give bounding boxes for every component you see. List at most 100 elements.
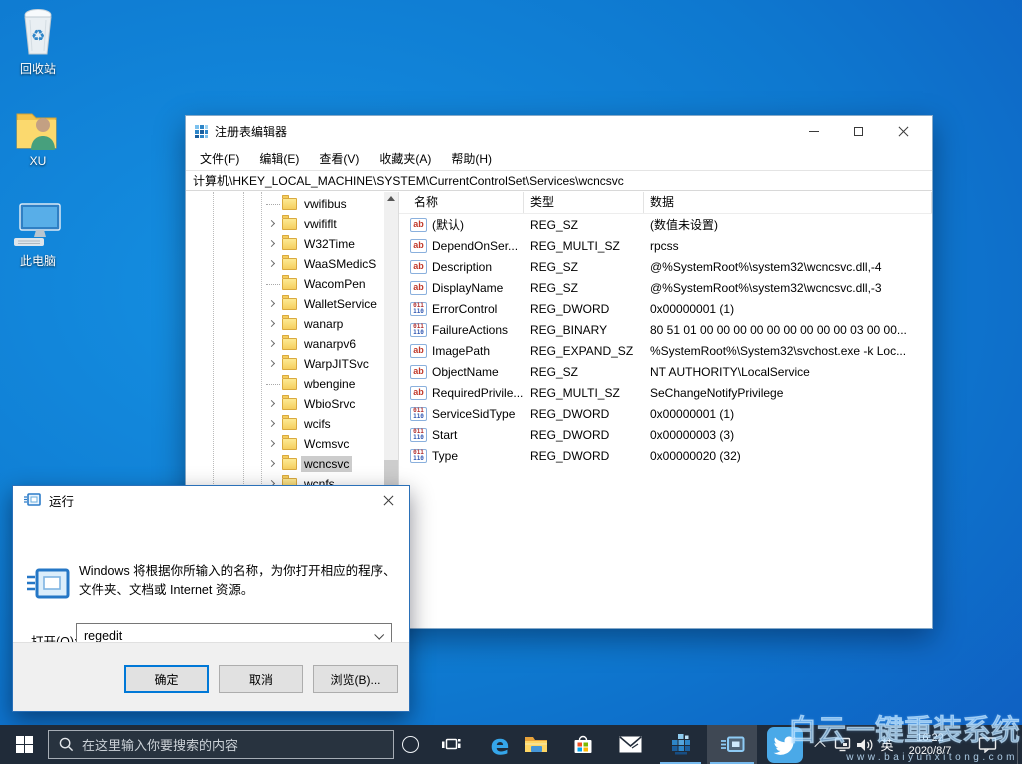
value-name: ObjectName: [432, 365, 499, 379]
menu-item[interactable]: 编辑(E): [250, 147, 308, 170]
chevron-right-icon[interactable]: [266, 297, 280, 311]
desktop-icon-recycle-bin[interactable]: ♻ 回收站: [2, 6, 74, 77]
address-bar[interactable]: 计算机\HKEY_LOCAL_MACHINE\SYSTEM\CurrentCon…: [186, 170, 932, 191]
run-window-icon: [719, 735, 746, 755]
chevron-right-icon[interactable]: [266, 237, 280, 251]
show-desktop-button[interactable]: [1017, 725, 1022, 764]
tree-item[interactable]: WbioSrvc: [186, 394, 384, 414]
value-row[interactable]: 011110TypeREG_DWORD0x00000020 (32): [399, 445, 932, 466]
value-name: ImagePath: [432, 344, 490, 358]
value-data: 0x00000001 (1): [644, 407, 932, 421]
scroll-up-icon[interactable]: [387, 196, 395, 201]
tree-item[interactable]: WarpJITSvc: [186, 354, 384, 374]
value-data: 0x00000020 (32): [644, 449, 932, 463]
chevron-right-icon[interactable]: [266, 437, 280, 451]
chevron-right-icon[interactable]: [266, 217, 280, 231]
value-row[interactable]: abImagePathREG_EXPAND_SZ%SystemRoot%\Sys…: [399, 340, 932, 361]
tree-item[interactable]: vwifibus: [186, 194, 384, 214]
tree-item[interactable]: wanarp: [186, 314, 384, 334]
cancel-button[interactable]: 取消: [219, 665, 303, 693]
ok-button[interactable]: 确定: [124, 665, 209, 693]
speaker-icon: [856, 737, 875, 753]
column-header-type[interactable]: 类型: [524, 192, 644, 213]
tree-item[interactable]: Wcmsvc: [186, 434, 384, 454]
menu-item[interactable]: 文件(F): [191, 147, 248, 170]
maximize-button[interactable]: [836, 116, 881, 146]
file-explorer-button[interactable]: [513, 725, 558, 764]
task-view-button[interactable]: [430, 725, 472, 764]
taskbar-regedit-button[interactable]: [657, 725, 704, 764]
chevron-right-icon[interactable]: [266, 417, 280, 431]
tree-item[interactable]: wanarpv6: [186, 334, 384, 354]
minimize-button[interactable]: [791, 116, 836, 146]
value-row[interactable]: ab(默认)REG_SZ(数值未设置): [399, 214, 932, 235]
value-row[interactable]: abRequiredPrivile...REG_MULTI_SZSeChange…: [399, 382, 932, 403]
tree-item[interactable]: wcifs: [186, 414, 384, 434]
chevron-right-icon[interactable]: [266, 397, 280, 411]
desktop-icon-this-pc[interactable]: 此电脑: [2, 198, 74, 269]
tree-item-label: vwifibus: [301, 196, 350, 212]
chevron-right-icon[interactable]: [266, 257, 280, 271]
tray-volume-button[interactable]: [854, 725, 876, 764]
tree-item[interactable]: wbengine: [186, 374, 384, 394]
taskbar-twitter-button[interactable]: [762, 725, 808, 764]
registry-titlebar[interactable]: 注册表编辑器: [186, 116, 932, 146]
registry-value-list[interactable]: 名称 类型 数据 ab(默认)REG_SZ(数值未设置)abDependOnSe…: [398, 192, 932, 628]
mail-button[interactable]: [608, 725, 653, 764]
desktop-icon-user-folder[interactable]: XU: [2, 100, 74, 168]
tray-pc-status-button[interactable]: [831, 725, 853, 764]
value-row[interactable]: 011110StartREG_DWORD0x00000003 (3): [399, 424, 932, 445]
value-row[interactable]: abObjectNameREG_SZNT AUTHORITY\LocalServ…: [399, 361, 932, 382]
tree-item[interactable]: W32Time: [186, 234, 384, 254]
tree-item[interactable]: vwififlt: [186, 214, 384, 234]
tree-item[interactable]: WaaSMedicS: [186, 254, 384, 274]
tree-item-label: WarpJITSvc: [301, 356, 372, 372]
menu-item[interactable]: 帮助(H): [442, 147, 501, 170]
run-close-button[interactable]: [367, 486, 409, 514]
tray-expand-button[interactable]: [810, 725, 830, 764]
tree-item[interactable]: wcncsvc: [186, 454, 384, 474]
value-data: @%SystemRoot%\system32\wcncsvc.dll,-4: [644, 260, 932, 274]
chevron-right-icon[interactable]: [266, 317, 280, 331]
taskbar-search-input[interactable]: 在这里输入你要搜索的内容: [48, 730, 394, 759]
taskbar-run-button[interactable]: [707, 725, 757, 764]
column-header-data[interactable]: 数据: [644, 192, 932, 213]
value-row[interactable]: abDisplayNameREG_SZ@%SystemRoot%\system3…: [399, 277, 932, 298]
cortana-button[interactable]: [390, 725, 430, 764]
chevron-right-icon[interactable]: [266, 457, 280, 471]
menu-item[interactable]: 收藏夹(A): [370, 147, 440, 170]
binary-value-icon: 011110: [410, 302, 427, 316]
list-rows: ab(默认)REG_SZ(数值未设置)abDependOnSer...REG_M…: [399, 214, 932, 466]
value-row[interactable]: 011110ErrorControlREG_DWORD0x00000001 (1…: [399, 298, 932, 319]
value-data: SeChangeNotifyPrivilege: [644, 386, 932, 400]
tree-item[interactable]: WalletService: [186, 294, 384, 314]
menu-item[interactable]: 查看(V): [310, 147, 368, 170]
tray-clock[interactable]: 16:22 2020/8/7: [898, 725, 962, 764]
value-row[interactable]: abDependOnSer...REG_MULTI_SZrpcss: [399, 235, 932, 256]
close-button[interactable]: [881, 116, 926, 146]
combo-dropdown-icon[interactable]: [374, 630, 384, 640]
tree-item-label: WalletService: [301, 296, 380, 312]
start-button[interactable]: [0, 725, 48, 764]
chevron-right-icon[interactable]: [266, 357, 280, 371]
value-data: %SystemRoot%\System32\svchost.exe -k Loc…: [644, 344, 932, 358]
store-button[interactable]: [560, 725, 605, 764]
chevron-right-icon[interactable]: [266, 337, 280, 351]
column-header-name[interactable]: 名称: [399, 192, 524, 213]
this-pc-icon: [2, 198, 74, 248]
string-value-icon: ab: [410, 365, 427, 379]
browse-button[interactable]: 浏览(B)...: [313, 665, 398, 693]
folder-icon: [282, 258, 297, 270]
value-row[interactable]: 011110ServiceSidTypeREG_DWORD0x00000001 …: [399, 403, 932, 424]
value-type: REG_DWORD: [524, 407, 644, 421]
value-name: (默认): [432, 216, 464, 233]
svg-text:♻: ♻: [31, 26, 45, 45]
tray-ime-button[interactable]: 英: [876, 725, 898, 764]
folder-icon: [282, 458, 297, 470]
value-row[interactable]: abDescriptionREG_SZ@%SystemRoot%\system3…: [399, 256, 932, 277]
value-type: REG_DWORD: [524, 428, 644, 442]
run-dialog-titlebar[interactable]: 运行: [13, 486, 409, 514]
tree-item[interactable]: WacomPen: [186, 274, 384, 294]
value-row[interactable]: 011110FailureActionsREG_BINARY80 51 01 0…: [399, 319, 932, 340]
action-center-button[interactable]: [966, 725, 1008, 764]
